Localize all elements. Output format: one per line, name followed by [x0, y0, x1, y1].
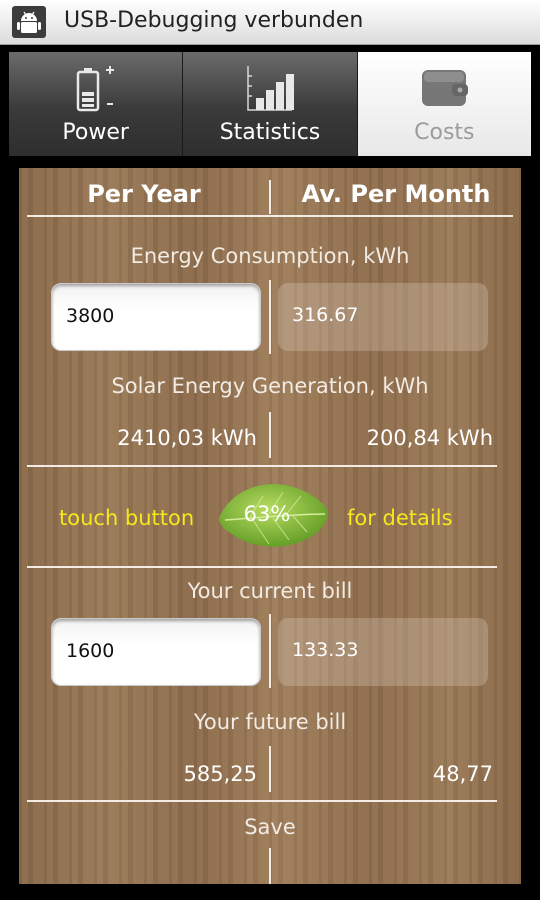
- solar-underline: [27, 465, 497, 467]
- current-bill-month-value: 133.33: [292, 639, 359, 661]
- battery-icon: [76, 66, 114, 112]
- for-details-text: for details: [347, 506, 453, 530]
- solar-generation-year-value: 2410,03 kWh: [117, 426, 257, 450]
- current-bill-label: Your current bill: [187, 579, 353, 603]
- tab-bar: Power Statistics Costs: [9, 52, 531, 156]
- details-underline: [27, 566, 497, 568]
- future-bill-year-value: 585,25: [183, 762, 257, 786]
- save-divider: [269, 848, 271, 884]
- energy-consumption-month-field: 316.67: [278, 283, 488, 351]
- costs-panel: Per Year Av. Per Month Energy Consumptio…: [19, 168, 521, 884]
- wallet-icon: [422, 70, 469, 106]
- tab-costs-label: Costs: [414, 120, 475, 145]
- energy-consumption-year-value: 3800: [66, 305, 115, 327]
- tab-power[interactable]: Power: [9, 52, 184, 156]
- save-label: Save: [244, 815, 296, 839]
- future-bill-month-value: 48,77: [432, 762, 493, 786]
- current-bill-year-input[interactable]: 1600: [51, 618, 261, 686]
- solar-generation-label: Solar Energy Generation, kWh: [111, 374, 429, 398]
- current-bill-month-field: 133.33: [278, 618, 488, 686]
- energy-consumption-year-input[interactable]: 3800: [51, 283, 261, 351]
- solar-divider: [269, 412, 271, 458]
- header-divider: [269, 180, 271, 214]
- future-bill-underline: [27, 800, 497, 802]
- energy-consumption-month-value: 316.67: [292, 304, 359, 326]
- savings-percent: 63%: [243, 502, 291, 526]
- energy-consumption-label: Energy Consumption, kWh: [130, 244, 410, 268]
- current-bill-divider: [269, 614, 271, 688]
- header-underline: [27, 215, 513, 217]
- status-bar: USB-Debugging verbunden: [0, 0, 540, 45]
- status-bar-title: USB-Debugging verbunden: [64, 8, 364, 33]
- solar-generation-month-value: 200,84 kWh: [366, 426, 493, 450]
- tab-costs[interactable]: Costs: [357, 52, 531, 156]
- current-bill-year-value: 1600: [66, 640, 115, 662]
- energy-divider: [269, 280, 271, 354]
- tab-statistics-label: Statistics: [219, 120, 321, 145]
- tab-statistics[interactable]: Statistics: [183, 52, 358, 156]
- tab-power-label: Power: [62, 120, 129, 145]
- per-month-header: Av. Per Month: [301, 180, 491, 208]
- bar-chart-icon: [247, 66, 294, 111]
- touch-button-text: touch button: [59, 506, 195, 530]
- per-year-header: Per Year: [87, 180, 201, 208]
- future-bill-label: Your future bill: [193, 710, 347, 734]
- android-debug-icon: [12, 6, 46, 38]
- future-bill-divider: [269, 746, 271, 792]
